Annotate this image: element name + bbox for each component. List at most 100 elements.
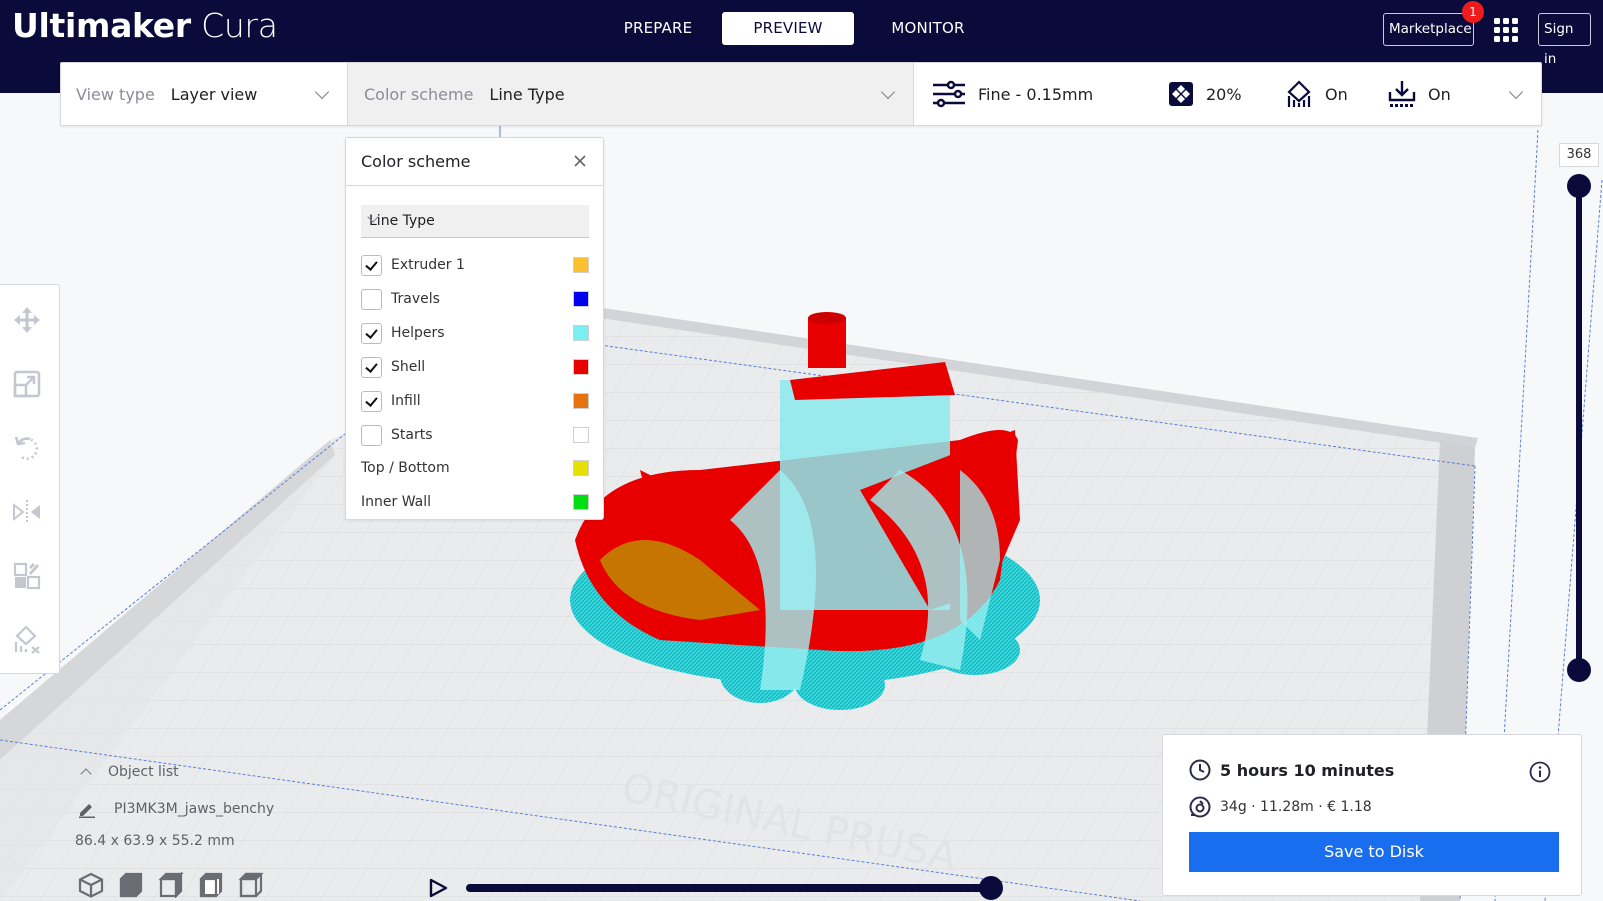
color-swatch bbox=[573, 359, 589, 375]
profile-setting: Fine - 0.15mm bbox=[932, 80, 1093, 108]
sign-in-button[interactable]: Sign in bbox=[1538, 13, 1591, 67]
scale-tool-icon[interactable] bbox=[12, 369, 42, 399]
rotate-tool-icon[interactable] bbox=[12, 433, 42, 463]
play-icon[interactable] bbox=[428, 878, 448, 898]
top-view-icon[interactable] bbox=[158, 872, 184, 898]
pencil-icon bbox=[79, 804, 95, 818]
tab-preview[interactable]: PREVIEW bbox=[722, 12, 854, 45]
tab-prepare[interactable]: PREPARE bbox=[592, 12, 724, 45]
infill-icon bbox=[1169, 82, 1193, 106]
legend-row-shell: Shell bbox=[361, 354, 589, 380]
legend-label: Travels bbox=[391, 291, 440, 307]
checkbox-starts[interactable] bbox=[361, 424, 382, 446]
info-icon[interactable] bbox=[1529, 761, 1551, 783]
front-view-icon[interactable] bbox=[118, 872, 144, 898]
notification-badge: 1 bbox=[1462, 1, 1484, 23]
print-settings-button[interactable]: Fine - 0.15mm 20% On On bbox=[914, 63, 1541, 125]
color-scheme-panel: Color scheme Line Type Extruder 1 Travel… bbox=[345, 137, 604, 520]
legend-label: Helpers bbox=[391, 325, 445, 341]
mirror-tool-icon[interactable] bbox=[12, 497, 42, 527]
layer-number-tooltip: 368 bbox=[1559, 143, 1599, 167]
chevron-down-icon bbox=[880, 84, 896, 100]
legend-row-starts: Starts bbox=[361, 422, 589, 448]
color-swatch bbox=[573, 257, 589, 273]
checkbox-extruder-1[interactable] bbox=[361, 254, 382, 276]
close-icon[interactable] bbox=[571, 152, 589, 170]
color-swatch bbox=[573, 325, 589, 341]
path-slider-handle[interactable] bbox=[979, 876, 1003, 900]
color-swatch bbox=[573, 494, 589, 510]
color-scheme-select[interactable]: Line Type bbox=[361, 205, 589, 238]
right-view-icon[interactable] bbox=[238, 872, 264, 898]
per-model-settings-icon[interactable] bbox=[12, 561, 42, 591]
print-time: 5 hours 10 minutes bbox=[1189, 759, 1394, 781]
material-estimate: 34g · 11.28m · € 1.18 bbox=[1189, 796, 1372, 818]
legend-row-top-bottom: Top / Bottom bbox=[361, 455, 589, 481]
print-time-value: 5 hours 10 minutes bbox=[1220, 760, 1395, 780]
legend-label: Inner Wall bbox=[361, 494, 431, 510]
panel-title: Color scheme bbox=[361, 152, 471, 171]
object-list-toggle[interactable]: Object list bbox=[76, 764, 179, 780]
3d-view-icon[interactable] bbox=[78, 872, 104, 898]
color-swatch bbox=[573, 460, 589, 476]
legend-row-helpers: Helpers bbox=[361, 320, 589, 346]
object-list-label: Object list bbox=[108, 764, 179, 780]
support-value: On bbox=[1325, 84, 1348, 104]
support-blocker-icon[interactable] bbox=[12, 625, 42, 655]
legend-label: Extruder 1 bbox=[391, 257, 465, 273]
marketplace-button[interactable]: Marketplace bbox=[1383, 13, 1474, 46]
view-type-label: View type bbox=[76, 84, 155, 104]
sliders-icon bbox=[933, 80, 965, 108]
chevron-down-icon bbox=[314, 84, 330, 100]
legend-label: Shell bbox=[391, 359, 426, 375]
legend-label: Top / Bottom bbox=[361, 460, 450, 476]
legend-row-extruder-1: Extruder 1 bbox=[361, 252, 589, 278]
spool-icon bbox=[1189, 796, 1211, 818]
adhesion-setting: On bbox=[1388, 80, 1451, 108]
path-slider-track[interactable] bbox=[466, 884, 996, 892]
legend-row-travels: Travels bbox=[361, 286, 589, 312]
checkbox-infill[interactable] bbox=[361, 390, 382, 412]
legend-label: Infill bbox=[391, 393, 421, 409]
support-setting: On bbox=[1285, 80, 1348, 108]
view-toolbar: View type Layer view Color scheme Line T… bbox=[60, 62, 1542, 126]
view-type-dropdown[interactable]: View type Layer view bbox=[61, 63, 348, 125]
layer-slider-lower-handle[interactable] bbox=[1567, 658, 1591, 682]
profile-value: Fine - 0.15mm bbox=[978, 84, 1094, 104]
object-dimensions: 86.4 x 63.9 x 55.2 mm bbox=[75, 833, 235, 849]
layer-slider-track[interactable] bbox=[1576, 186, 1582, 670]
material-value: 34g · 11.28m · € 1.18 bbox=[1220, 799, 1372, 815]
tab-monitor[interactable]: MONITOR bbox=[862, 12, 994, 45]
checkbox-helpers[interactable] bbox=[361, 322, 382, 344]
object-name-field[interactable]: PI3MK3M_jaws_benchy bbox=[78, 800, 274, 818]
save-to-disk-button[interactable]: Save to Disk bbox=[1189, 832, 1559, 872]
chevron-up-icon bbox=[80, 768, 92, 780]
object-name: PI3MK3M_jaws_benchy bbox=[114, 801, 275, 817]
color-swatch bbox=[573, 427, 589, 443]
color-swatch bbox=[573, 393, 589, 409]
infill-value: 20% bbox=[1206, 84, 1242, 104]
checkbox-travels[interactable] bbox=[361, 288, 382, 310]
color-swatch bbox=[573, 291, 589, 307]
adhesion-icon bbox=[1388, 81, 1416, 107]
legend-row-infill: Infill bbox=[361, 388, 589, 414]
app-logo: Ultimaker Cura bbox=[12, 6, 278, 45]
layer-slider-upper-handle[interactable] bbox=[1567, 174, 1591, 198]
transform-tools-panel bbox=[0, 284, 60, 674]
print-summary-panel: 5 hours 10 minutes 34g · 11.28m · € 1.18… bbox=[1162, 734, 1582, 896]
color-scheme-dropdown[interactable]: Color scheme Line Type bbox=[348, 63, 914, 125]
left-view-icon[interactable] bbox=[198, 872, 224, 898]
color-scheme-value: Line Type bbox=[489, 84, 565, 104]
color-scheme-label: Color scheme bbox=[364, 84, 474, 104]
stage-tabs: PREPARE PREVIEW MONITOR bbox=[592, 12, 994, 45]
legend-label: Starts bbox=[391, 427, 433, 443]
apps-grid-icon[interactable] bbox=[1493, 17, 1519, 43]
adhesion-value: On bbox=[1428, 84, 1451, 104]
panel-header: Color scheme bbox=[346, 138, 603, 186]
move-tool-icon[interactable] bbox=[12, 305, 42, 335]
view-type-value: Layer view bbox=[170, 84, 258, 104]
infill-setting: 20% bbox=[1168, 81, 1242, 107]
clock-icon bbox=[1189, 759, 1211, 781]
support-icon bbox=[1287, 80, 1311, 107]
checkbox-shell[interactable] bbox=[361, 356, 382, 378]
